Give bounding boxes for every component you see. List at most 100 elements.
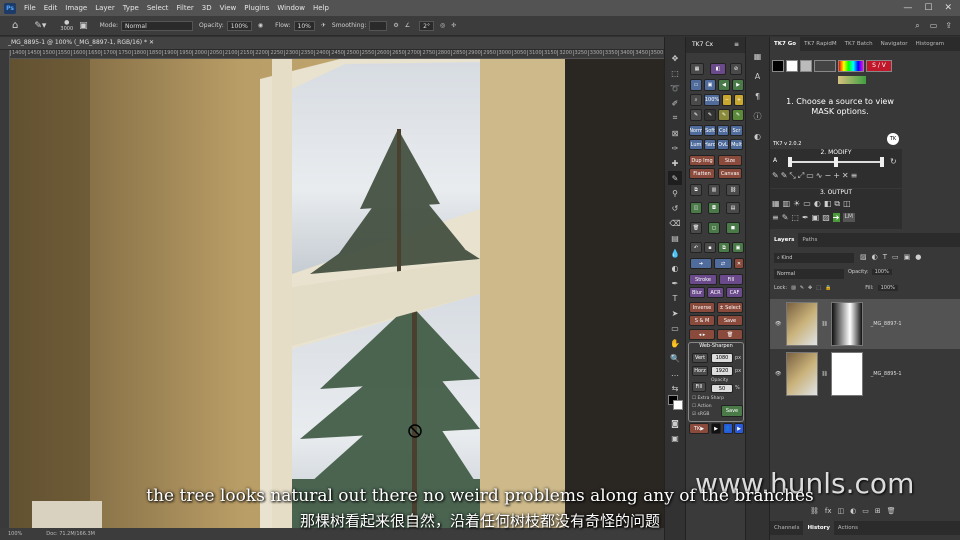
tab-close-icon[interactable]: ✕ — [149, 39, 154, 46]
layer-row[interactable]: 👁 ⛓ _MG_8897-1 — [770, 299, 960, 349]
crop-tool-icon[interactable]: ⌗ — [668, 111, 682, 125]
out-levels-icon[interactable]: ▥ — [783, 199, 791, 209]
close-icon[interactable]: ✕ — [944, 3, 952, 13]
lock-pixels-icon[interactable]: ▨ — [791, 285, 796, 291]
menu-file[interactable]: File — [20, 4, 40, 12]
layer-mask-thumbnail[interactable] — [830, 352, 863, 396]
out-rect-icon[interactable]: ▭ — [803, 199, 811, 209]
blend-norm-button[interactable]: Norm — [689, 125, 703, 136]
smoothing-field[interactable] — [369, 20, 388, 31]
out-half-icon[interactable]: ◐ — [814, 199, 821, 209]
layer-kind-filter[interactable]: ⌕ Kind — [774, 253, 854, 263]
flow-field[interactable]: 10% — [293, 20, 315, 31]
menu-type[interactable]: Type — [119, 4, 143, 12]
move-tool-icon[interactable]: ✥ — [668, 51, 682, 65]
brush-tool-selected-icon[interactable]: ✎ — [668, 171, 682, 185]
menu-3d[interactable]: 3D — [198, 4, 216, 12]
opacity-field[interactable]: 100% — [226, 20, 252, 31]
dup-img-button[interactable]: Dup Img — [689, 155, 715, 166]
modify-slider-handle-right[interactable] — [880, 157, 884, 167]
swatch-strip[interactable] — [838, 76, 866, 84]
mod-smooth-icon[interactable]: ∿ — [816, 171, 823, 181]
out-pen-icon[interactable]: ✒ — [802, 213, 809, 222]
blend-lum-button[interactable]: Lum — [689, 139, 703, 150]
pressure-opacity-icon[interactable]: ◉ — [258, 22, 263, 29]
blend-hard-button[interactable]: Hard — [704, 139, 716, 150]
blend-mult-button[interactable]: Mult — [730, 139, 743, 150]
menu-window[interactable]: Window — [273, 4, 309, 12]
menu-select[interactable]: Select — [143, 4, 173, 12]
ws-save-button[interactable]: Save — [721, 405, 743, 417]
tk7-minus-icon[interactable]: − — [722, 94, 732, 106]
menu-help[interactable]: Help — [309, 4, 333, 12]
frame-tool-icon[interactable]: ⊠ — [668, 126, 682, 140]
mod-contract-icon[interactable]: ⤢ — [798, 171, 804, 181]
canvas-button[interactable]: Canvas — [718, 168, 742, 179]
quick-mask-icon[interactable]: ◙ — [668, 416, 682, 430]
mod-brush-icon[interactable]: ✎ — [772, 171, 779, 181]
tab-tk7-batch[interactable]: TK7 Batch — [841, 37, 877, 51]
type-tool-icon[interactable]: T — [668, 291, 682, 305]
out-sel-icon[interactable]: ⬚ — [791, 213, 799, 222]
mode-dropdown[interactable]: Normal — [121, 20, 194, 31]
tk7-image-icon[interactable]: ▣ — [704, 79, 716, 91]
mod-rect-icon[interactable]: ▭ — [806, 171, 814, 181]
blend-soft-button[interactable]: Soft — [704, 125, 716, 136]
flatten-button[interactable]: Flatten — [689, 168, 715, 179]
tk7-fill-black-icon[interactable]: ◼ — [726, 222, 740, 234]
s-and-m-button[interactable]: S & M — [689, 315, 715, 326]
vert-input[interactable]: 1080 — [711, 353, 733, 363]
gradient-tool-icon[interactable]: ▤ — [668, 231, 682, 245]
tk7-arrow-icon[interactable]: ➔ — [690, 258, 712, 269]
blend-mode-dropdown[interactable]: Normal — [774, 269, 844, 279]
out-menu-icon[interactable]: ≡ — [772, 213, 779, 222]
inverse-button[interactable]: Inverse — [689, 302, 715, 313]
workspace-icon[interactable]: ▭ — [930, 21, 938, 30]
blur-tool-icon[interactable]: 💧 — [668, 246, 682, 260]
pen-tool-icon[interactable]: ✒ — [668, 276, 682, 290]
swatch-white[interactable] — [786, 60, 798, 72]
brush-settings-icon[interactable]: ▣ — [79, 21, 88, 31]
out-sun-icon[interactable]: ☀ — [793, 199, 800, 209]
layer-name[interactable]: _MG_8895-1 — [871, 371, 902, 377]
visibility-eye-icon[interactable]: 👁 — [775, 321, 781, 327]
layer-opacity-field[interactable]: 100% — [871, 269, 892, 275]
document-tab[interactable]: _MG_8895-1 @ 100% (_MG_8897-1, RGB/16) *… — [0, 37, 664, 50]
lock-paint-icon[interactable]: ✎ — [800, 285, 804, 291]
out-grid-icon[interactable]: ▦ — [772, 199, 780, 209]
tk7-delete-icon[interactable]: 🗑 — [717, 329, 743, 340]
tk7-folder-icon[interactable]: ▭ — [690, 79, 702, 91]
path-select-tool-icon[interactable]: ➤ — [668, 306, 682, 320]
swatch-gray[interactable] — [800, 60, 812, 72]
tk7-mask-icon[interactable]: ◫ — [690, 202, 702, 214]
tk7-link-icon[interactable]: ⛓ — [726, 184, 740, 196]
filter-pixel-icon[interactable]: ▨ — [860, 253, 867, 261]
zoom-tool-icon[interactable]: 🔍 — [668, 351, 682, 365]
pressure-size-icon[interactable]: ◎ — [440, 22, 445, 29]
panel-menu-icon[interactable]: ≡ — [734, 41, 739, 49]
tk7-grid-icon[interactable]: ▦ — [690, 63, 704, 75]
menu-filter[interactable]: Filter — [172, 4, 197, 12]
smoothing-gear-icon[interactable]: ⚙ — [393, 22, 398, 29]
dodge-tool-icon[interactable]: ◐ — [668, 261, 682, 275]
lm-button[interactable]: LM — [842, 213, 856, 222]
tk7-fill-white-icon[interactable]: ◻ — [708, 222, 720, 234]
mod-brush2-icon[interactable]: ✎ — [781, 171, 788, 181]
eraser-tool-icon[interactable]: ⌫ — [668, 216, 682, 230]
screen-mode-icon[interactable]: ▣ — [668, 431, 682, 445]
tk7-paste-icon[interactable]: ▣ — [732, 242, 744, 253]
modify-reset-icon[interactable]: ↻ — [890, 157, 897, 166]
swap-colors-icon[interactable]: ⇆ — [668, 381, 682, 395]
mod-minus-icon[interactable]: − — [824, 171, 831, 181]
menu-view[interactable]: View — [216, 4, 241, 12]
extra-sharp-checkbox[interactable]: ☐ Extra Sharp — [692, 395, 724, 403]
home-icon[interactable]: ⌂ — [12, 20, 18, 31]
history-brush-tool-icon[interactable]: ↺ — [668, 201, 682, 215]
info-panel-icon[interactable]: ⓘ — [751, 109, 765, 123]
mod-menu-icon[interactable]: ≡ — [851, 171, 858, 181]
color-swatches[interactable] — [665, 395, 685, 415]
menu-image[interactable]: Image — [61, 4, 91, 12]
search-icon[interactable]: ⌕ — [915, 21, 919, 31]
tk7-swap-icon[interactable]: ⇄ — [714, 258, 732, 269]
shape-tool-icon[interactable]: ▭ — [668, 321, 682, 335]
